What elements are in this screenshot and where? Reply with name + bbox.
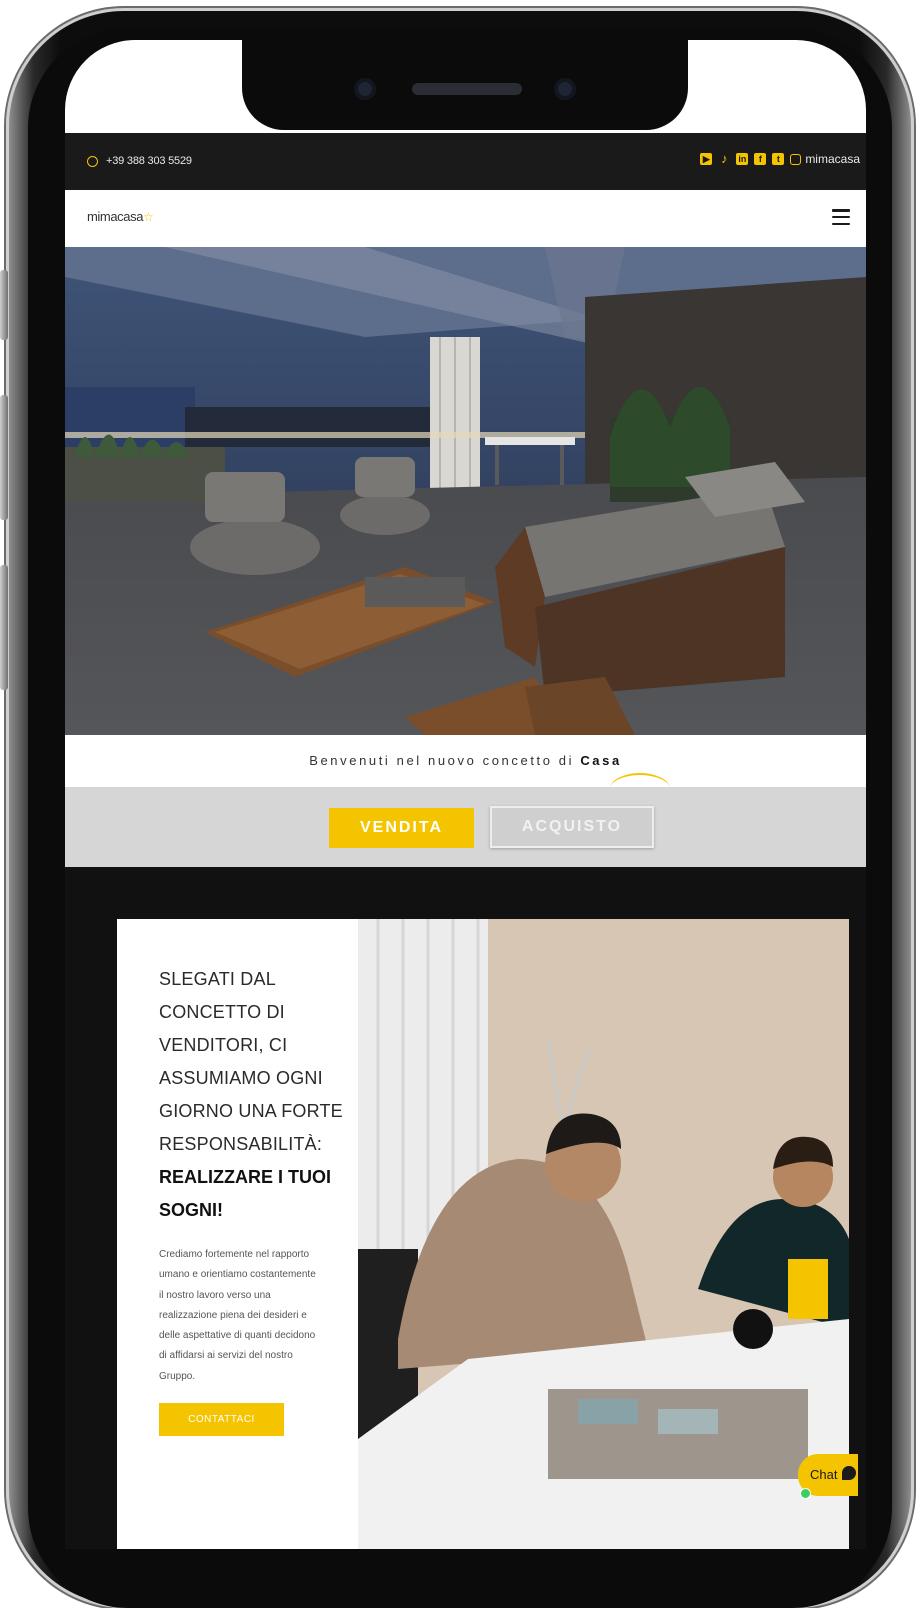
phone-mute-switch bbox=[0, 270, 8, 340]
instagram-icon[interactable] bbox=[790, 153, 802, 165]
phone-number[interactable]: +39 388 303 5529 bbox=[106, 155, 192, 167]
tiktok-icon[interactable]: ♪ bbox=[718, 152, 730, 165]
hamburger-menu-icon[interactable] bbox=[832, 209, 850, 225]
about-section: SLEGATI DAL CONCETTO DI VENDITORI, CI AS… bbox=[65, 867, 866, 1549]
terrace-render-image bbox=[65, 247, 866, 735]
phone-volume-up-button bbox=[0, 395, 8, 520]
about-card: SLEGATI DAL CONCETTO DI VENDITORI, CI AS… bbox=[117, 919, 849, 1549]
about-headline-strong: REALIZZARE I TUOI SOGNI! bbox=[159, 1167, 331, 1220]
phone-screen: +39 388 303 5529 ▶ ♪ in f t mimacasa mim… bbox=[65, 40, 866, 1549]
top-contact-bar: +39 388 303 5529 ▶ ♪ in f t mimacasa bbox=[65, 133, 866, 190]
instagram-handle[interactable]: mimacasa bbox=[805, 152, 860, 166]
whatsapp-icon bbox=[87, 155, 98, 167]
team-meeting-image bbox=[358, 919, 849, 1549]
youtube-icon[interactable]: ▶ bbox=[700, 153, 713, 165]
tab-acquisto[interactable]: ACQUISTO bbox=[490, 806, 654, 848]
hero-image bbox=[65, 247, 866, 735]
social-links: ▶ ♪ in f t mimacasa bbox=[700, 152, 860, 166]
site-logo[interactable]: mimacasa☆ bbox=[87, 209, 154, 224]
online-status-dot bbox=[800, 1488, 811, 1499]
facebook-icon[interactable]: f bbox=[754, 153, 767, 165]
phone-contact[interactable]: +39 388 303 5529 bbox=[87, 155, 192, 167]
welcome-banner: Benvenuti nel nuovo concetto di Casa bbox=[65, 735, 866, 787]
team-photo bbox=[358, 919, 849, 1549]
twitter-icon[interactable]: t bbox=[772, 153, 785, 165]
chat-widget[interactable]: Chat bbox=[798, 1454, 858, 1499]
chat-label[interactable]: Chat bbox=[810, 1467, 837, 1482]
earpiece-speaker bbox=[412, 83, 522, 95]
chat-bubble-icon bbox=[842, 1466, 856, 1480]
site-header: mimacasa☆ bbox=[65, 190, 866, 247]
tab-vendita[interactable]: VENDITA bbox=[329, 808, 474, 848]
logo-text: mimacasa bbox=[87, 209, 144, 224]
logo-star-icon: ☆ bbox=[143, 210, 154, 224]
linkedin-icon[interactable]: in bbox=[736, 153, 749, 165]
sale-purchase-tabs: VENDITA ACQUISTO bbox=[65, 787, 866, 867]
contact-button[interactable]: CONTATTACI bbox=[159, 1403, 284, 1437]
sensor-icon bbox=[554, 78, 576, 100]
phone-notch bbox=[242, 40, 688, 130]
about-body: Crediamo fortemente nel rapporto umano e… bbox=[159, 1249, 316, 1382]
welcome-text: Benvenuti nel nuovo concetto di bbox=[309, 753, 581, 768]
phone-volume-down-button bbox=[0, 565, 8, 690]
front-camera-icon bbox=[354, 78, 376, 100]
about-text-column: SLEGATI DAL CONCETTO DI VENDITORI, CI AS… bbox=[159, 963, 349, 1437]
welcome-highlight: Casa bbox=[580, 753, 622, 768]
about-headline: SLEGATI DAL CONCETTO DI VENDITORI, CI AS… bbox=[159, 969, 343, 1154]
